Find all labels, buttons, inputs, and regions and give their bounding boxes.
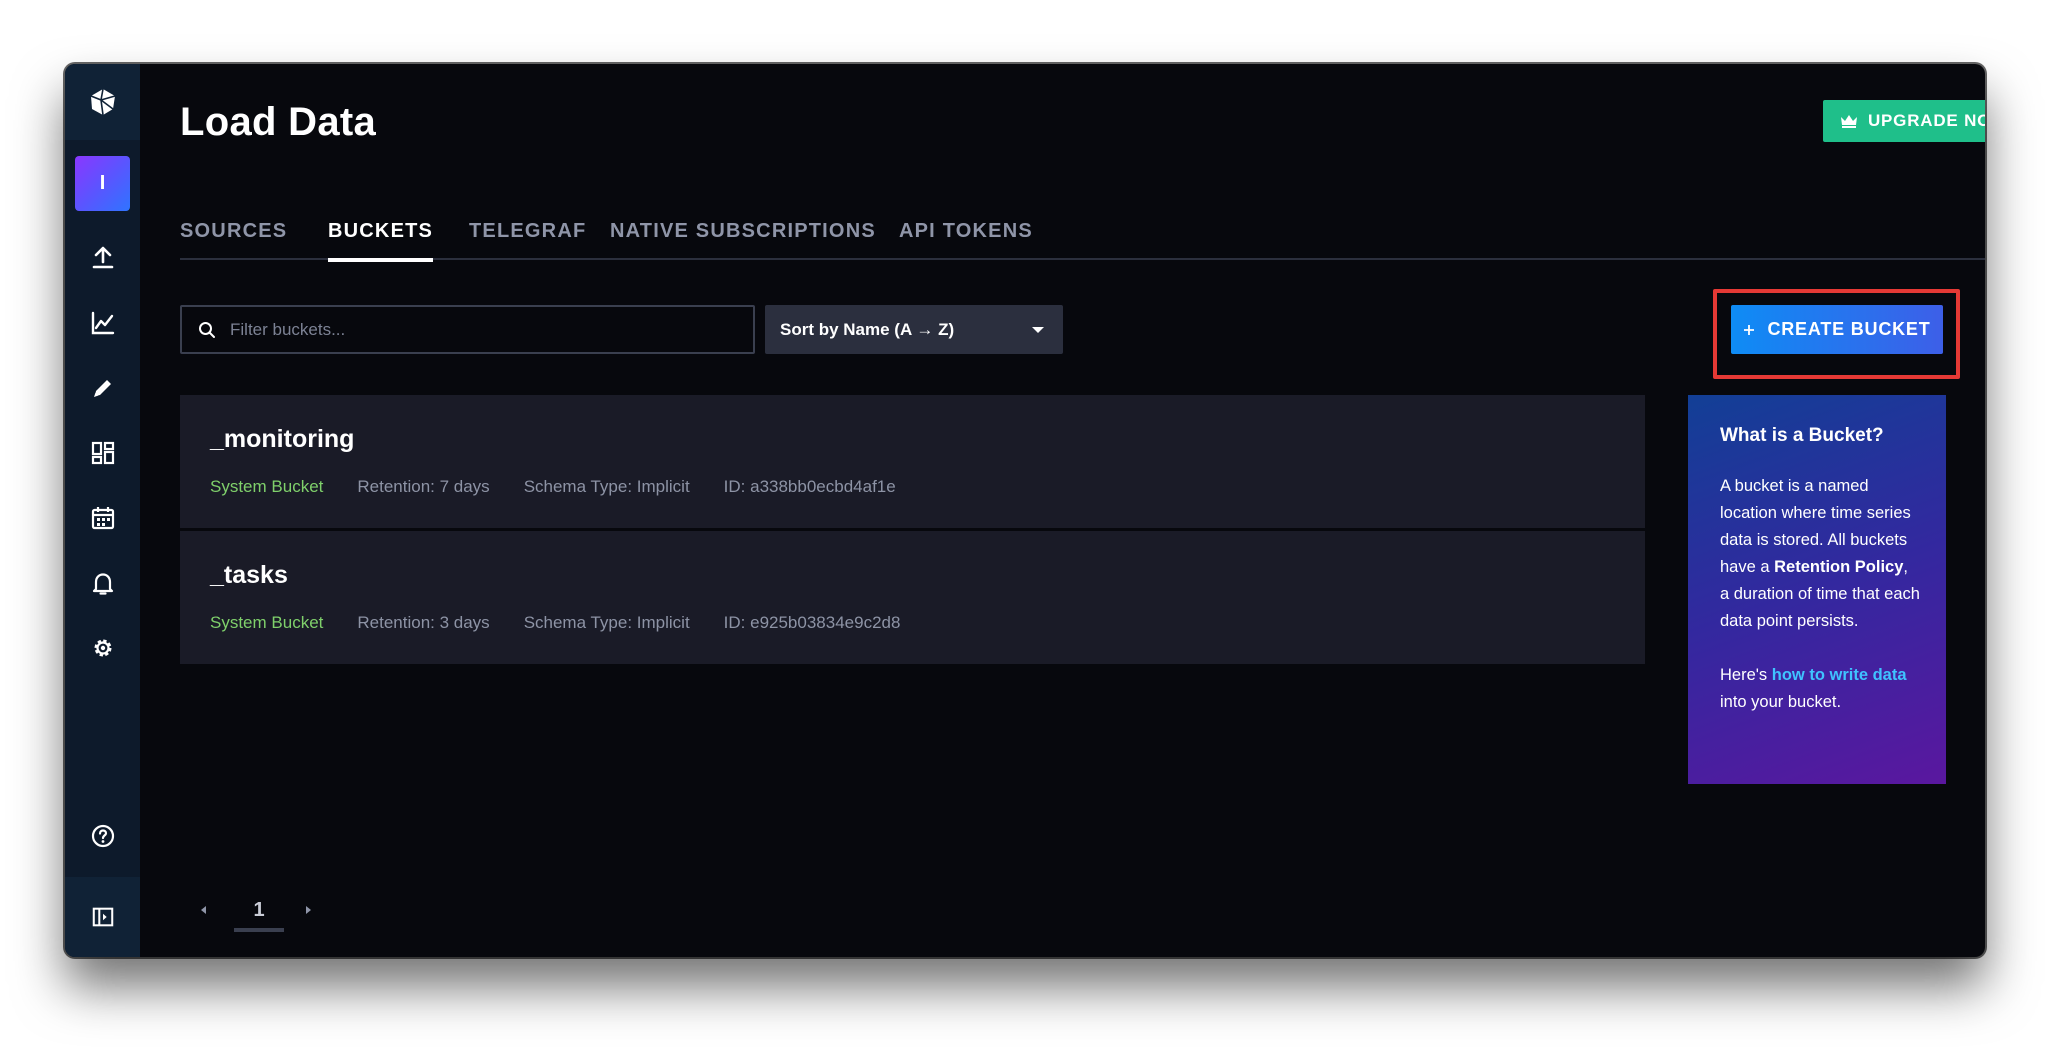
- page-number-current[interactable]: 1: [234, 890, 284, 932]
- pagination: 1: [180, 890, 330, 932]
- help-paragraph-write: Here's how to write data into your bucke…: [1720, 662, 1920, 716]
- nav-data-explorer[interactable]: [65, 299, 140, 347]
- sort-dropdown[interactable]: Sort by Name (A → Z): [765, 305, 1063, 354]
- bucket-retention: Retention: 7 days: [357, 477, 490, 496]
- bucket-name[interactable]: _tasks: [210, 561, 288, 590]
- gear-icon: [94, 639, 111, 657]
- bucket-type: System Bucket: [210, 477, 324, 496]
- write-data-link[interactable]: how to write data: [1772, 666, 1907, 684]
- bucket-help-panel: What is a Bucket? A bucket is a named lo…: [1688, 395, 1946, 784]
- retention-policy-term: Retention Policy: [1774, 558, 1904, 576]
- bucket-id: ID: a338bb0ecbd4af1e: [723, 477, 896, 496]
- help-text: Here's: [1720, 666, 1772, 684]
- org-avatar[interactable]: I: [75, 156, 130, 211]
- tab-buckets[interactable]: BUCKETS: [328, 206, 434, 262]
- create-bucket-button[interactable]: CREATE BUCKET: [1731, 305, 1943, 354]
- bucket-meta: System Bucket Retention: 7 days Schema T…: [210, 477, 896, 497]
- tab-api-tokens[interactable]: API TOKENS: [899, 206, 1033, 260]
- nav-help[interactable]: [65, 812, 140, 860]
- search-icon: [199, 321, 215, 338]
- org-initial: I: [99, 172, 106, 194]
- bucket-card[interactable]: _monitoring System Bucket Retention: 7 d…: [180, 395, 1645, 528]
- upload-icon: [92, 246, 113, 269]
- logo[interactable]: [65, 64, 140, 140]
- sidebar: I: [65, 64, 140, 957]
- sort-dropdown-label: Sort by Name (A → Z): [780, 319, 955, 339]
- nav-tasks[interactable]: [65, 494, 140, 542]
- filter-buckets-field: [180, 305, 755, 354]
- sidebar-toggle-icon: [92, 907, 113, 927]
- tab-native-subscriptions[interactable]: NATIVE SUBSCRIPTIONS: [610, 206, 876, 260]
- sidebar-collapse-button[interactable]: [65, 877, 140, 957]
- upgrade-now-button[interactable]: UPGRADE NOW: [1823, 100, 1985, 142]
- bucket-type: System Bucket: [210, 613, 324, 632]
- bell-icon: [92, 573, 113, 595]
- filter-buckets-input[interactable]: [230, 319, 730, 340]
- app-window: I Load Data UPGRADE NO SOURCES BUCKETS T…: [65, 64, 1985, 957]
- nav-load-data[interactable]: [65, 234, 140, 282]
- bucket-schema: Schema Type: Implicit: [523, 613, 690, 632]
- pencil-icon: [93, 380, 111, 397]
- bucket-name[interactable]: _monitoring: [210, 425, 354, 454]
- chevron-left-icon[interactable]: [196, 902, 212, 918]
- bucket-meta: System Bucket Retention: 3 days Schema T…: [210, 613, 900, 633]
- help-title: What is a Bucket?: [1720, 425, 1884, 446]
- tab-sources[interactable]: SOURCES: [180, 206, 287, 260]
- upgrade-now-label: UPGRADE NOW: [1867, 111, 1985, 130]
- plus-icon: [1744, 324, 1755, 335]
- crown-icon: [1840, 115, 1857, 128]
- help-text: into your bucket.: [1720, 693, 1842, 711]
- caret-down-icon: [1032, 326, 1044, 333]
- calendar-icon: [91, 507, 114, 530]
- bucket-list: _monitoring System Bucket Retention: 7 d…: [180, 395, 1645, 667]
- create-bucket-label: CREATE BUCKET: [1767, 319, 1931, 339]
- nav-notebooks[interactable]: [65, 364, 140, 412]
- nav-alerts[interactable]: [65, 559, 140, 607]
- bucket-schema: Schema Type: Implicit: [523, 477, 690, 496]
- graph-icon: [91, 311, 114, 335]
- bucket-retention: Retention: 3 days: [357, 613, 490, 632]
- influx-cube-icon: [90, 88, 115, 116]
- main-content: Load Data UPGRADE NOW SOURCES BUCKETS TE…: [140, 64, 1985, 957]
- help-icon: [91, 824, 114, 848]
- tab-bar: SOURCES BUCKETS TELEGRAF NATIVE SUBSCRIP…: [180, 206, 1985, 262]
- help-paragraph-retention: A bucket is a named location where time …: [1720, 473, 1920, 635]
- chevron-right-icon[interactable]: [300, 902, 316, 918]
- dashboards-icon: [91, 441, 114, 465]
- page-title: Load Data: [180, 100, 377, 144]
- bucket-card[interactable]: _tasks System Bucket Retention: 3 days S…: [180, 531, 1645, 664]
- nav-settings[interactable]: [65, 624, 140, 672]
- bucket-id: ID: e925b03834e9c2d8: [723, 613, 901, 632]
- nav-dashboards[interactable]: [65, 429, 140, 477]
- tab-telegraf[interactable]: TELEGRAF: [469, 206, 586, 260]
